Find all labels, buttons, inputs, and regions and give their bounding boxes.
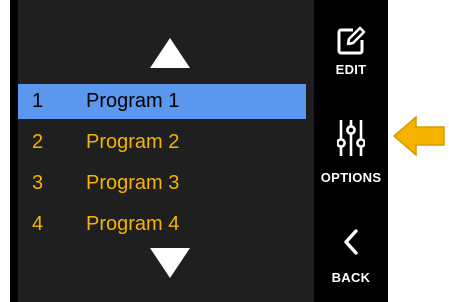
scroll-down-arrow-icon[interactable]: [148, 244, 192, 280]
program-number: 3: [32, 172, 44, 194]
program-row-3[interactable]: 3 Program 3: [18, 163, 306, 204]
program-label: Program 1: [86, 90, 180, 112]
program-label: Program 4: [86, 213, 180, 235]
sliders-icon: [337, 120, 365, 156]
chevron-left-icon: [344, 229, 358, 255]
program-number: 4: [32, 213, 44, 235]
program-label: Program 2: [86, 131, 180, 153]
options-label: OPTIONS: [320, 170, 382, 185]
edit-label: EDIT: [335, 62, 367, 77]
program-label: Program 3: [86, 172, 180, 194]
options-button[interactable]: OPTIONS: [314, 118, 388, 194]
program-row-4[interactable]: 4 Program 4: [18, 204, 306, 245]
edit-button[interactable]: EDIT: [314, 26, 388, 94]
back-button[interactable]: BACK: [314, 228, 388, 294]
program-row-1[interactable]: 1 Program 1: [18, 84, 306, 119]
program-number: 1: [32, 90, 44, 112]
scroll-up-arrow-icon[interactable]: [148, 36, 192, 72]
program-list: 1 Program 1 2 Program 2 3 Program 3 4 Pr…: [18, 81, 306, 245]
program-number: 2: [32, 131, 44, 153]
program-row-2[interactable]: 2 Program 2: [18, 122, 306, 163]
edit-icon: [337, 26, 366, 55]
back-label: BACK: [331, 270, 371, 285]
pointer-arrow-icon: [392, 115, 445, 157]
